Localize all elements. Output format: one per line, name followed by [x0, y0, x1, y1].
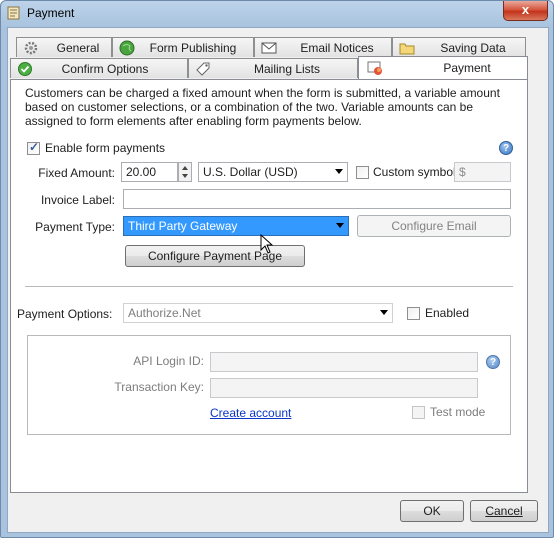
invoice-label-label: Invoice Label: [40, 193, 115, 207]
tab-confirm-options[interactable]: Confirm Options [10, 58, 188, 78]
tab-label: Form Publishing [149, 41, 237, 55]
test-mode-checkbox[interactable] [412, 406, 425, 419]
custom-symbol-checkbox[interactable] [356, 166, 369, 179]
chevron-down-icon [380, 310, 388, 315]
enabled-checkbox[interactable] [407, 307, 420, 320]
configure-payment-page-button[interactable]: Configure Payment Page [125, 245, 305, 267]
tab-label: Mailing Lists [253, 62, 321, 76]
payment-panel: Customers can be charged a fixed amount … [10, 79, 528, 493]
section-divider [25, 286, 513, 287]
payment-type-label: Payment Type: [35, 220, 115, 234]
payment-options-value: Authorize.Net [128, 306, 201, 320]
tab-payment[interactable]: Payment [358, 56, 528, 79]
fixed-amount-label: Fixed Amount: [38, 166, 115, 180]
close-icon: x [521, 2, 530, 17]
custom-symbol-input[interactable]: $ [454, 162, 511, 182]
dialog-client-area: General Form Publishing Email Notices Sa… [7, 27, 549, 533]
chevron-down-icon [336, 223, 344, 228]
help-icon[interactable]: ? [486, 355, 500, 369]
api-login-label: API Login ID: [133, 354, 204, 368]
scroll-icon [7, 5, 21, 21]
payment-type-select[interactable]: Third Party Gateway [123, 216, 349, 236]
enabled-label: Enabled [425, 306, 470, 320]
custom-symbol-label: Custom symbol: [373, 165, 460, 179]
payment-dialog: Payment x General Form Publishing Email … [0, 0, 554, 538]
title-bar[interactable]: Payment x [1, 1, 553, 27]
invoice-label-input[interactable] [123, 189, 511, 209]
tab-mailing-lists[interactable]: Mailing Lists [188, 58, 358, 78]
api-login-input[interactable] [210, 352, 478, 372]
cancel-button[interactable]: Cancel [470, 500, 538, 522]
configure-email-button[interactable]: Configure Email [357, 215, 511, 237]
tab-label: Saving Data [440, 41, 506, 55]
tab-label: Confirm Options [61, 62, 149, 76]
tab-general[interactable]: General [16, 37, 112, 57]
fixed-amount-spinner[interactable] [178, 162, 192, 182]
currency-select[interactable]: U.S. Dollar (USD) [198, 162, 348, 182]
transaction-key-input[interactable] [210, 378, 478, 398]
gateway-settings-group: API Login ID: ? Transaction Key: Create … [27, 335, 511, 435]
tab-form-publishing[interactable]: Form Publishing [112, 37, 254, 57]
close-button[interactable]: x [503, 1, 548, 21]
test-mode-label: Test mode [430, 405, 486, 419]
payment-options-label: Payment Options: [17, 307, 113, 321]
payment-options-select[interactable]: Authorize.Net [123, 303, 393, 323]
help-icon[interactable]: ? [499, 141, 513, 155]
transaction-key-label: Transaction Key: [114, 380, 204, 394]
tab-email-notices[interactable]: Email Notices [254, 37, 392, 57]
tab-saving-data[interactable]: Saving Data [392, 37, 526, 57]
tab-label: Payment [443, 61, 491, 75]
payment-type-value: Third Party Gateway [128, 219, 238, 233]
fixed-amount-input[interactable]: 20.00 [121, 162, 178, 182]
mouse-cursor-icon [260, 234, 274, 254]
window-title: Payment [27, 6, 75, 20]
payment-description: Customers can be charged a fixed amount … [25, 86, 500, 128]
tab-label: Email Notices [300, 41, 374, 55]
chevron-down-icon [335, 169, 343, 174]
enable-payments-label: Enable form payments [45, 141, 166, 155]
tab-label: General [56, 41, 100, 55]
create-account-link[interactable]: Create account [210, 406, 291, 420]
enable-payments-checkbox[interactable] [27, 140, 40, 155]
ok-button[interactable]: OK [400, 500, 464, 522]
currency-value: U.S. Dollar (USD) [203, 165, 298, 179]
